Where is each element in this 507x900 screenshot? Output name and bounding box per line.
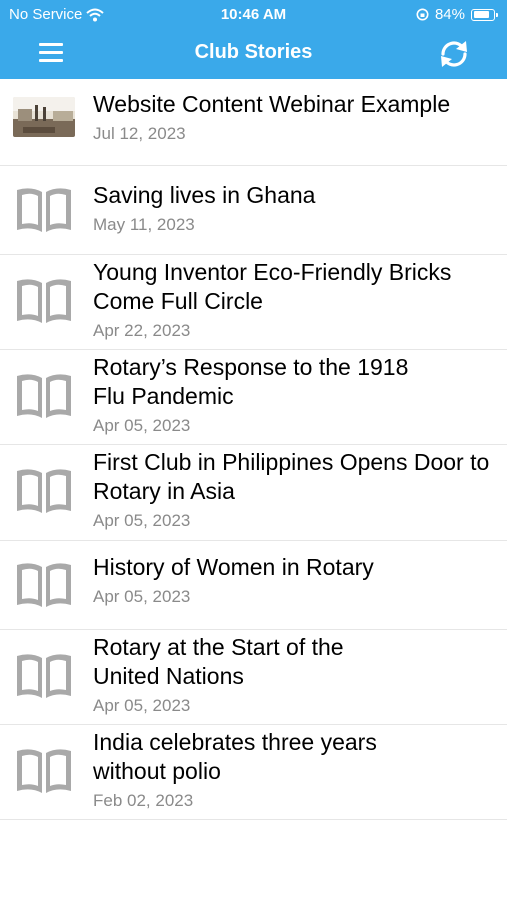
story-date: Apr 05, 2023 bbox=[93, 587, 191, 606]
book-icon bbox=[17, 563, 71, 607]
story-title: First Club in Philippines Opens Door to … bbox=[93, 449, 490, 504]
story-date: Apr 05, 2023 bbox=[93, 416, 191, 435]
status-bar: No Service 10:46 AM 84% bbox=[0, 6, 507, 24]
story-date: Apr 22, 2023 bbox=[93, 321, 191, 340]
app-header: No Service 10:46 AM 84% Club Stories bbox=[0, 0, 507, 79]
story-date: Apr 05, 2023 bbox=[93, 696, 191, 715]
refresh-icon[interactable] bbox=[437, 37, 471, 71]
status-right: 84% bbox=[416, 6, 498, 23]
story-list: Website Content Webinar Example Jul 12, … bbox=[0, 79, 507, 820]
story-title: India celebrates three years without pol… bbox=[93, 729, 377, 784]
story-item[interactable]: History of Women in Rotary Apr 05, 2023 bbox=[0, 541, 507, 630]
book-icon bbox=[17, 279, 71, 323]
story-item[interactable]: Rotary’s Response to the 1918 Flu Pandem… bbox=[0, 350, 507, 445]
story-title: Saving lives in Ghana bbox=[93, 182, 316, 208]
story-item[interactable]: India celebrates three years without pol… bbox=[0, 725, 507, 820]
story-item[interactable]: Saving lives in Ghana May 11, 2023 bbox=[0, 166, 507, 255]
book-icon bbox=[17, 749, 71, 793]
story-item[interactable]: Young Inventor Eco-Friendly Bricks Come … bbox=[0, 255, 507, 350]
page-title: Club Stories bbox=[194, 41, 313, 63]
story-title: Rotary at the Start of the United Nation… bbox=[93, 634, 344, 689]
story-date: Apr 05, 2023 bbox=[93, 511, 191, 530]
book-icon bbox=[17, 469, 71, 513]
book-icon bbox=[17, 374, 71, 418]
story-item[interactable]: Rotary at the Start of the United Nation… bbox=[0, 630, 507, 725]
story-thumbnail bbox=[13, 97, 75, 137]
battery-icon bbox=[471, 8, 498, 21]
story-item[interactable]: First Club in Philippines Opens Door to … bbox=[0, 445, 507, 541]
book-icon bbox=[17, 188, 71, 232]
story-item[interactable]: Website Content Webinar Example Jul 12, … bbox=[0, 79, 507, 166]
story-date: Feb 02, 2023 bbox=[93, 791, 194, 810]
story-title: Website Content Webinar Example bbox=[93, 91, 451, 117]
story-date: Jul 12, 2023 bbox=[93, 124, 186, 143]
nav-bar: Club Stories bbox=[0, 30, 507, 76]
story-title: Rotary’s Response to the 1918 Flu Pandem… bbox=[93, 354, 409, 409]
story-date: May 11, 2023 bbox=[93, 215, 195, 234]
story-title: Young Inventor Eco-Friendly Bricks Come … bbox=[93, 259, 452, 314]
orientation-lock-icon bbox=[416, 8, 429, 21]
book-icon bbox=[17, 654, 71, 698]
story-title: History of Women in Rotary bbox=[93, 554, 374, 580]
battery-percent: 84% bbox=[434, 6, 465, 23]
